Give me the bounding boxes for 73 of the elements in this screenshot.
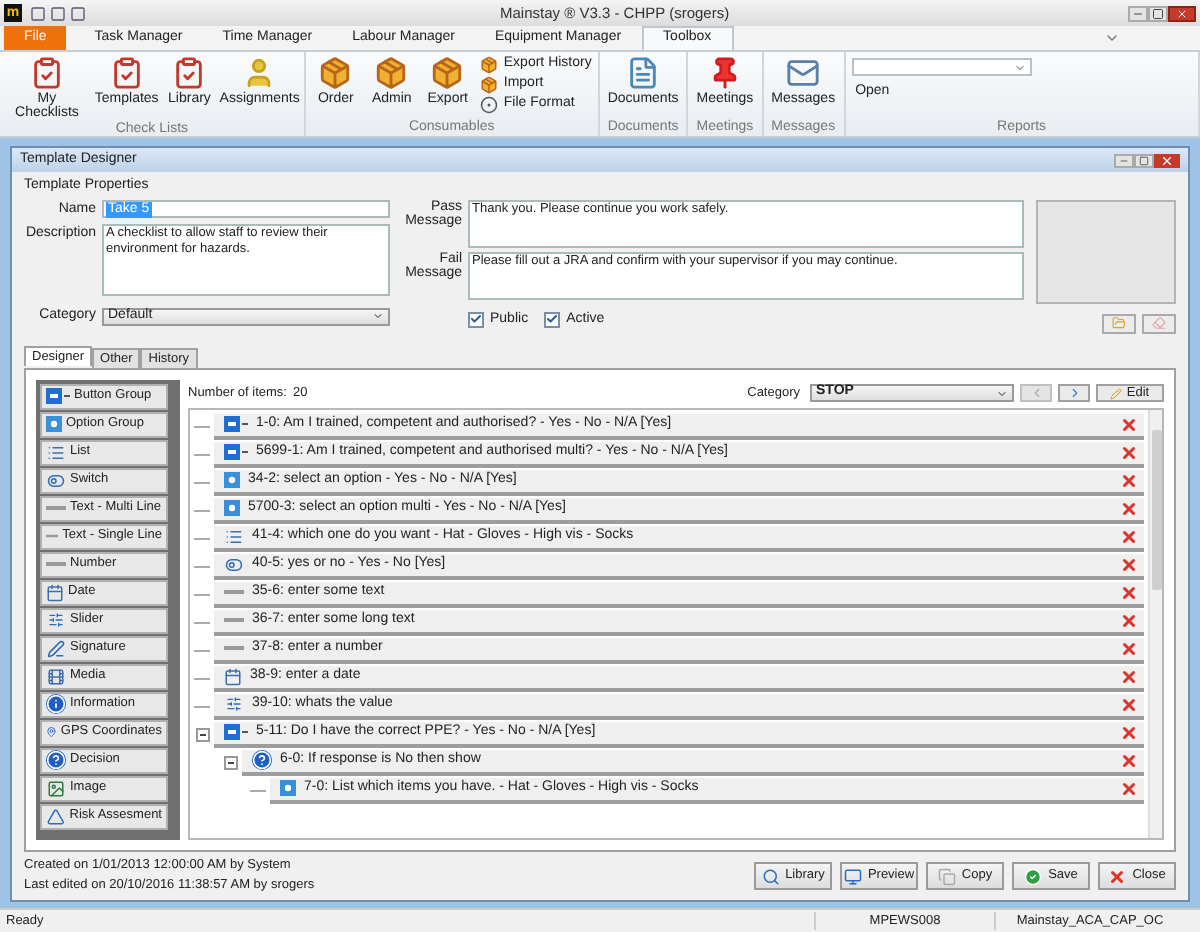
switch-icon	[46, 471, 66, 489]
delete-icon[interactable]	[1120, 499, 1138, 517]
crate-icon	[479, 56, 498, 74]
film-icon	[46, 667, 66, 685]
copy-icon	[937, 867, 956, 885]
checkmark-icon	[546, 312, 559, 327]
button-group-icon	[224, 724, 248, 740]
delete-icon[interactable]	[1120, 723, 1138, 741]
folder-icon	[1112, 316, 1126, 330]
slider-icon	[224, 696, 244, 712]
list-icon	[46, 443, 66, 461]
delete-icon[interactable]	[1120, 695, 1138, 713]
caret-icon	[1013, 61, 1026, 73]
delete-icon[interactable]	[1120, 583, 1138, 601]
check-circle-icon	[1024, 867, 1043, 885]
minimize-icon[interactable]	[1114, 153, 1134, 167]
calendar-icon	[224, 667, 242, 685]
delete-icon[interactable]	[1120, 667, 1138, 685]
question-icon	[252, 750, 272, 770]
button-group-icon	[224, 444, 248, 460]
image-preview-box	[1036, 199, 1176, 303]
crate-icon	[430, 56, 465, 90]
delete-icon[interactable]	[1120, 415, 1138, 433]
tree-expander-icon[interactable]	[223, 755, 237, 769]
delete-icon[interactable]	[1120, 611, 1138, 629]
crate-icon	[318, 56, 353, 90]
crate-icon	[479, 76, 498, 94]
crate-icon	[374, 56, 409, 90]
delete-icon[interactable]	[1120, 779, 1138, 797]
caret-icon	[372, 310, 384, 323]
delete-icon[interactable]	[1120, 471, 1138, 489]
close-icon	[1108, 867, 1127, 885]
delete-icon[interactable]	[1120, 639, 1138, 657]
delete-icon[interactable]	[1120, 527, 1138, 545]
close-icon[interactable]	[1154, 153, 1180, 167]
caret-icon	[996, 387, 1008, 399]
magnifier-icon	[761, 867, 780, 885]
close-icon[interactable]	[1168, 5, 1196, 21]
button-group-icon	[46, 388, 70, 404]
info-icon	[46, 694, 66, 714]
image-icon	[46, 779, 66, 797]
scrollbar[interactable]	[1148, 409, 1162, 838]
eraser-icon	[1152, 316, 1166, 330]
slider-icon	[46, 612, 66, 628]
list-icon	[224, 527, 244, 545]
clipboard-icon	[172, 56, 207, 90]
option-group-icon	[46, 416, 62, 432]
radio-icon	[479, 96, 498, 114]
delete-icon[interactable]	[1120, 751, 1138, 769]
clipboard-icon	[29, 56, 64, 90]
calendar-icon	[46, 583, 64, 601]
warning-triangle-icon	[46, 807, 66, 825]
document-icon	[626, 56, 661, 90]
clipboard-icon	[109, 56, 144, 90]
delete-icon[interactable]	[1120, 555, 1138, 573]
option-group-icon	[224, 472, 240, 488]
option-group-icon	[280, 780, 296, 796]
next-button[interactable]	[1058, 384, 1090, 402]
checkmark-icon	[470, 312, 482, 327]
collapse-icon[interactable]	[1104, 30, 1120, 46]
monitor-icon	[843, 867, 862, 885]
delete-icon[interactable]	[1120, 443, 1138, 461]
clear-image-button[interactable]	[1142, 313, 1176, 333]
maximize-icon[interactable]	[1148, 5, 1168, 21]
map-pin-icon	[46, 722, 57, 742]
open-folder-button[interactable]	[1102, 313, 1136, 333]
question-icon	[46, 750, 66, 770]
option-group-icon	[224, 500, 240, 516]
button-group-icon	[224, 416, 248, 432]
pencil-icon	[1110, 387, 1123, 399]
tree-expander-icon[interactable]	[195, 727, 209, 741]
pen-icon	[46, 639, 66, 657]
switch-icon	[224, 555, 244, 573]
